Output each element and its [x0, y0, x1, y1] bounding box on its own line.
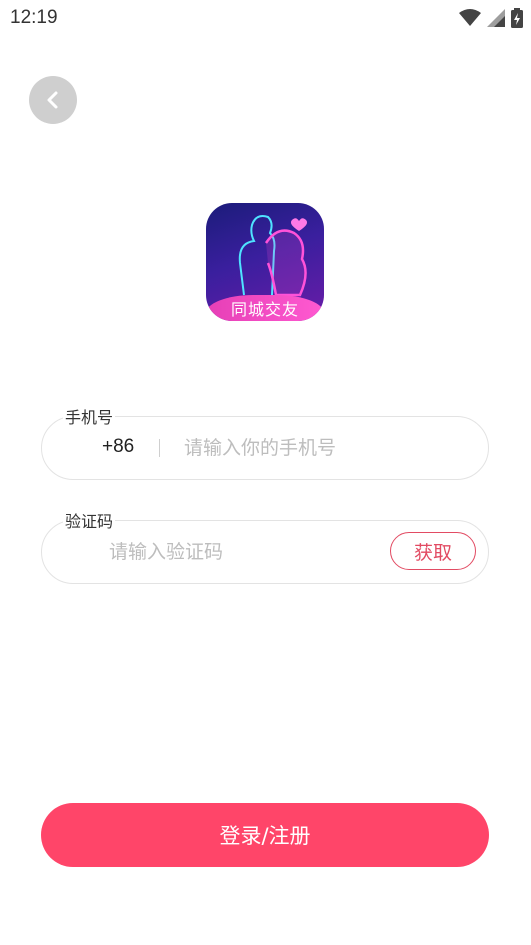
code-label: 验证码 [63, 508, 116, 532]
back-button[interactable] [29, 76, 77, 124]
app-logo: 同城交友 [206, 203, 324, 321]
wifi-icon [459, 9, 481, 26]
chevron-left-icon [47, 91, 58, 109]
get-code-button[interactable]: 获取 [390, 532, 476, 570]
signal-icon [487, 9, 505, 27]
logo-text: 同城交友 [230, 300, 299, 319]
status-bar: 12:19 [0, 0, 531, 38]
status-time: 12:19 [10, 7, 58, 28]
phone-label: 手机号 [63, 404, 116, 428]
code-input[interactable] [107, 534, 371, 570]
logo-banner: 同城交友 [206, 295, 324, 321]
phone-input[interactable] [182, 430, 466, 466]
couple-silhouette-icon [238, 215, 308, 297]
battery-icon [511, 8, 523, 28]
status-icons [459, 8, 523, 28]
field-divider [159, 439, 160, 457]
country-code[interactable]: +86 [102, 436, 134, 458]
login-register-button[interactable]: 登录/注册 [41, 803, 489, 867]
